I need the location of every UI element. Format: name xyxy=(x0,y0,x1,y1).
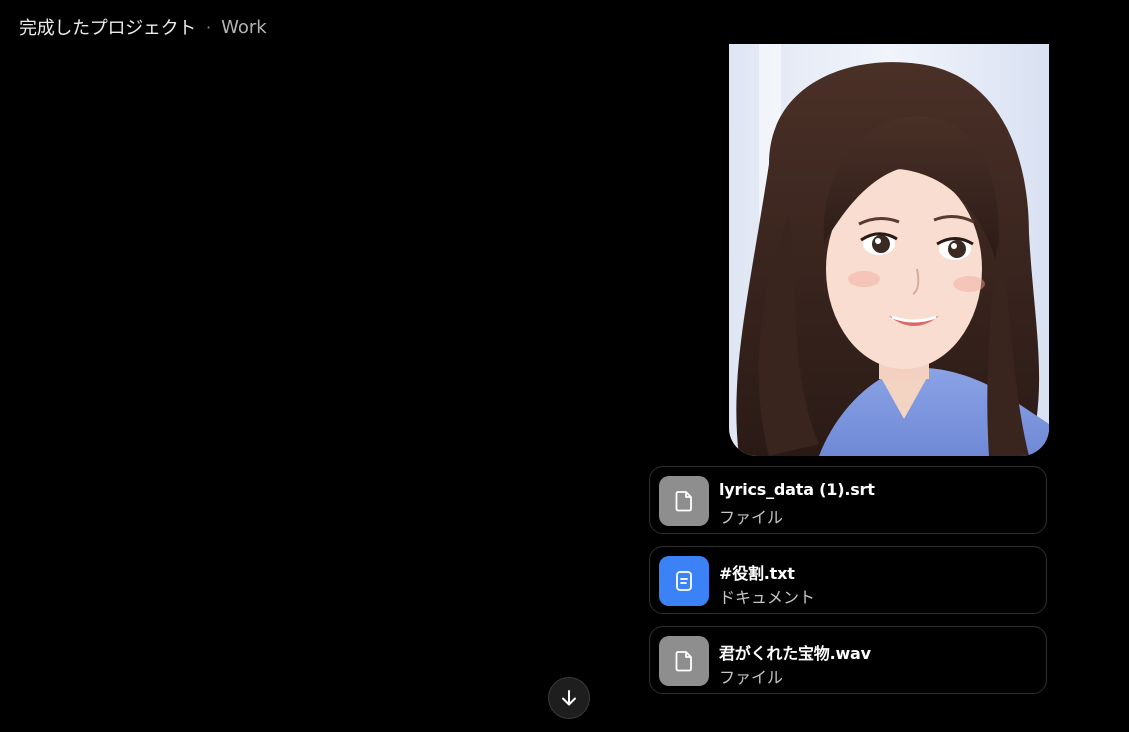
attachment-name: #役割.txt xyxy=(719,564,795,583)
breadcrumb-separator: · xyxy=(206,17,212,37)
attachment-type: ファイル xyxy=(719,668,784,687)
scroll-down-button[interactable] xyxy=(548,677,590,719)
attachment-card[interactable]: lyrics_data (1).srt ファイル xyxy=(649,466,1047,534)
file-icon xyxy=(675,491,692,512)
uploaded-image[interactable] xyxy=(729,44,1049,456)
header: 完成したプロジェクト · Work xyxy=(19,14,267,40)
attachment-type: ドキュメント xyxy=(719,588,816,607)
chat-page: 完成したプロジェクト · Work lyrics_data (1).srt ファ… xyxy=(0,0,1129,732)
file-icon-box xyxy=(659,636,709,686)
project-title[interactable]: 完成したプロジェクト xyxy=(19,14,196,40)
attachment-card[interactable]: #役割.txt ドキュメント xyxy=(649,546,1047,614)
document-icon xyxy=(676,571,692,591)
workspace-label[interactable]: Work xyxy=(221,17,267,38)
document-icon-box xyxy=(659,556,709,606)
attachment-name: lyrics_data (1).srt xyxy=(719,480,875,499)
attachment-card[interactable]: 君がくれた宝物.wav ファイル xyxy=(649,626,1047,694)
attachment-type: ファイル xyxy=(719,508,784,527)
file-icon-box xyxy=(659,476,709,526)
attachment-name: 君がくれた宝物.wav xyxy=(719,644,871,663)
arrow-down-icon xyxy=(562,690,576,706)
portrait-illustration xyxy=(729,44,1049,456)
file-icon xyxy=(675,651,692,672)
